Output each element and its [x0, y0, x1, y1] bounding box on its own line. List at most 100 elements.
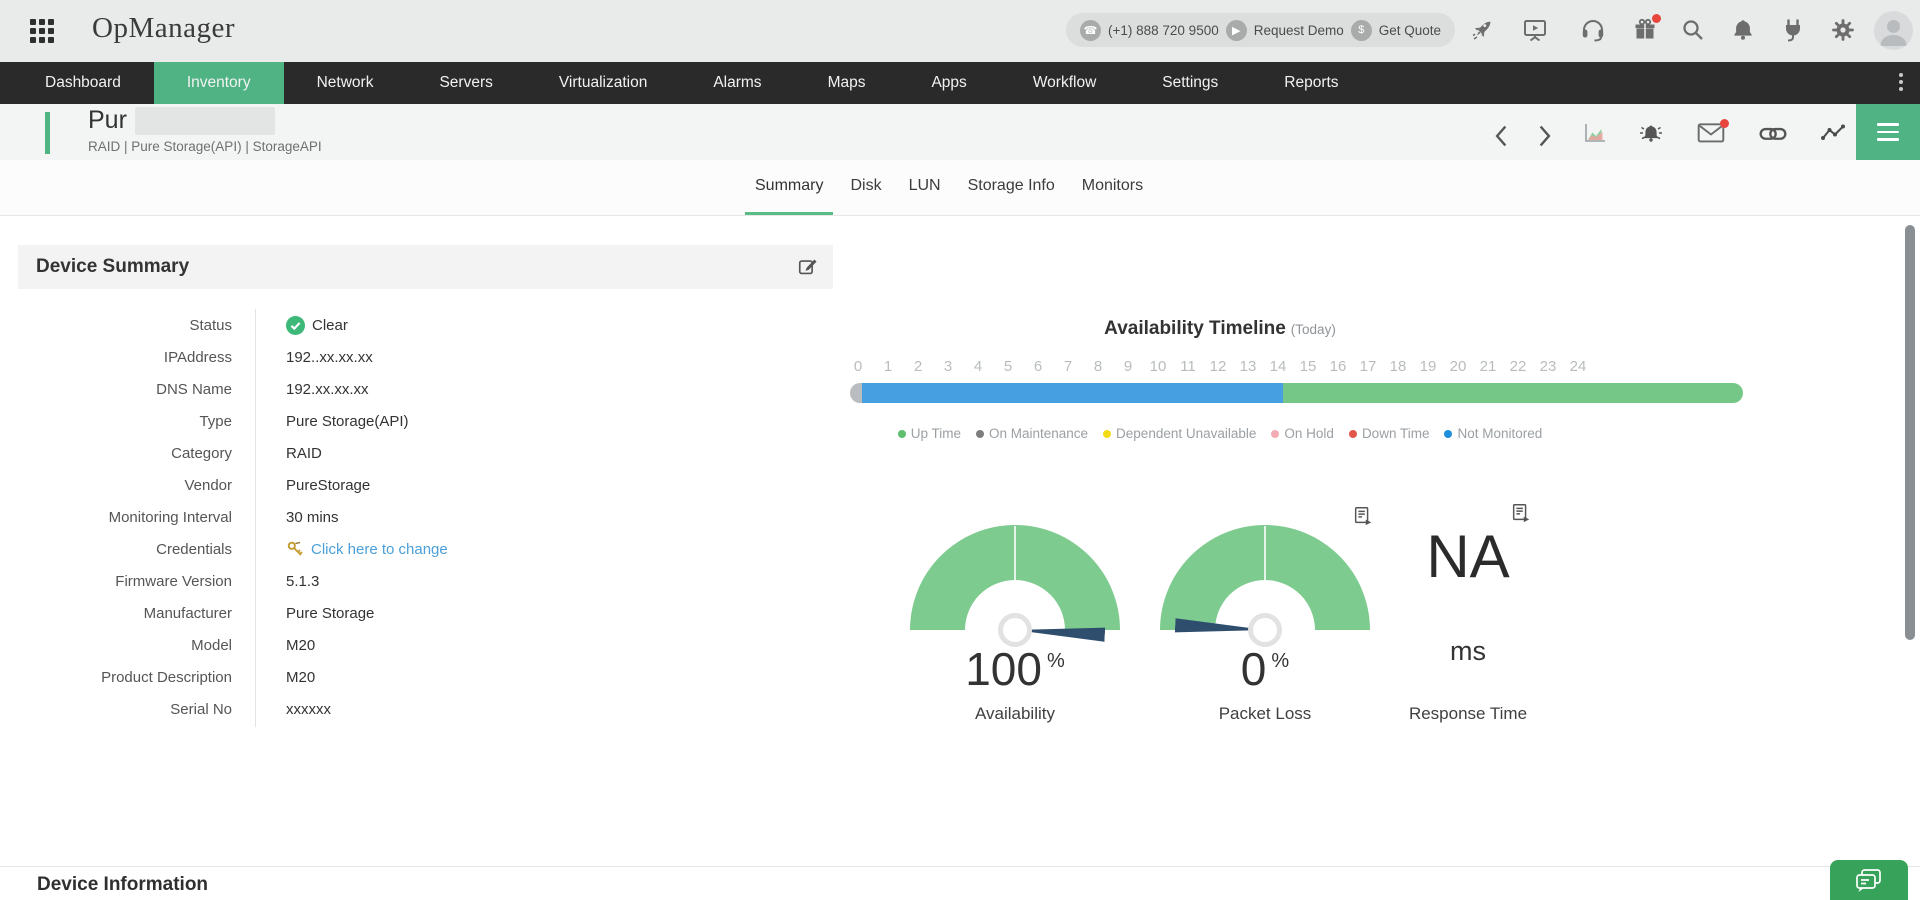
field-value-text: 30 mins — [286, 509, 339, 526]
device-summary-fields: Status Clear IPAddress 192..xx.xx.xx DNS… — [18, 309, 818, 725]
hour-tick-label: 19 — [1413, 358, 1443, 375]
sparkline-monitor-icon[interactable] — [1820, 120, 1846, 146]
training-presentation-icon[interactable] — [1522, 17, 1548, 43]
field-label: DNS Name — [18, 381, 232, 398]
nav-item[interactable]: Apps — [898, 62, 999, 104]
field-value: Pure Storage — [232, 605, 818, 622]
availability-value: 100% — [915, 642, 1115, 696]
device-summary-header: Device Summary — [18, 245, 833, 289]
response-time-value: NA — [1368, 522, 1568, 591]
nav-item[interactable]: Alarms — [680, 62, 794, 104]
nav-item[interactable]: Network — [284, 62, 407, 104]
legend-dot — [976, 430, 984, 438]
legend-item: On Maintenance — [976, 426, 1088, 441]
field-value: Clear — [232, 316, 818, 335]
device-tab[interactable]: Storage Info — [958, 160, 1065, 215]
nav-item[interactable]: Maps — [795, 62, 899, 104]
user-avatar[interactable] — [1874, 11, 1913, 50]
getting-started-rocket-icon[interactable] — [1470, 17, 1496, 43]
field-value-text: 192..xx.xx.xx — [286, 349, 373, 366]
nav-overflow-icon[interactable] — [1896, 70, 1906, 94]
legend-dot — [1444, 430, 1452, 438]
previous-device-button[interactable] — [1490, 123, 1516, 149]
field-value-text: Clear — [312, 317, 348, 334]
field-column-divider — [255, 309, 256, 727]
hour-tick-label: 21 — [1473, 358, 1503, 375]
device-tab[interactable]: Disk — [840, 160, 891, 215]
hour-tick-label: 18 — [1383, 358, 1413, 375]
request-demo-link[interactable]: Request Demo — [1254, 23, 1344, 38]
device-menu-button[interactable] — [1856, 104, 1920, 160]
settings-gear-icon[interactable] — [1830, 17, 1856, 43]
device-tab[interactable]: Monitors — [1072, 160, 1153, 215]
nav-item[interactable]: Reports — [1251, 62, 1371, 104]
device-tabs: Summary Disk LUN Storage Info Monitors — [0, 160, 1920, 216]
device-header: Pur RAID | Pure Storage(API) | StorageAP… — [0, 104, 1920, 161]
field-value-text: M20 — [286, 637, 315, 654]
edit-device-button[interactable] — [797, 256, 819, 278]
quote-dollar-icon: $ — [1351, 20, 1372, 41]
hour-tick-label: 11 — [1173, 358, 1203, 375]
hour-tick-label: 5 — [993, 358, 1023, 375]
hour-tick-label: 1 — [873, 358, 903, 375]
search-icon[interactable] — [1680, 17, 1706, 43]
nav-item[interactable]: Settings — [1129, 62, 1251, 104]
integrations-plug-icon[interactable] — [1780, 17, 1806, 43]
get-quote-link[interactable]: Get Quote — [1379, 23, 1441, 38]
field-value: 192.xx.xx.xx — [232, 381, 818, 398]
summary-field-row: Type Pure Storage(API) — [18, 405, 818, 437]
field-value-text: PureStorage — [286, 477, 370, 494]
summary-field-row: Status Clear — [18, 309, 818, 341]
live-chat-button[interactable] — [1830, 860, 1908, 900]
nav-item[interactable]: Inventory — [154, 62, 284, 104]
device-tab-list: Summary Disk LUN Storage Info Monitors — [745, 160, 1153, 215]
nav-item[interactable]: Virtualization — [526, 62, 680, 104]
field-value-text: RAID — [286, 445, 322, 462]
response-time-report-icon[interactable] — [1510, 502, 1532, 524]
legend-dot — [1349, 430, 1357, 438]
redacted-device-name — [135, 107, 275, 135]
field-value-text: Pure Storage(API) — [286, 413, 409, 430]
field-label: Category — [18, 445, 232, 462]
device-tab[interactable]: Summary — [745, 160, 833, 215]
timeline-hour-scale: 0123456789101112131415161718192021222324 — [843, 358, 1593, 375]
field-label: Status — [18, 317, 232, 334]
app-launcher-icon[interactable] — [30, 19, 55, 44]
nav-item[interactable]: Dashboard — [12, 62, 154, 104]
summary-field-row: Firmware Version 5.1.3 — [18, 565, 818, 597]
vertical-scrollbar[interactable] — [1905, 225, 1915, 640]
alarm-bell-icon[interactable] — [1638, 120, 1664, 146]
legend-item: Up Time — [898, 426, 961, 441]
performance-chart-icon[interactable] — [1582, 120, 1608, 146]
status-ok-icon — [286, 316, 305, 335]
field-label: Serial No — [18, 701, 232, 718]
device-information-title: Device Information — [37, 874, 208, 896]
legend-item: Not Monitored — [1444, 426, 1542, 441]
device-tab[interactable]: LUN — [899, 160, 951, 215]
notifications-bell-icon[interactable] — [1730, 17, 1756, 43]
field-value: RAID — [232, 445, 818, 462]
field-value: Click here to change — [232, 540, 818, 558]
hour-tick-label: 6 — [1023, 358, 1053, 375]
main-nav-list: Dashboard Inventory Network Servers Virt… — [0, 62, 1920, 104]
phone-number[interactable]: (+1) 888 720 9500 — [1108, 23, 1219, 38]
field-label: IPAddress — [18, 349, 232, 366]
next-device-button[interactable] — [1530, 123, 1556, 149]
device-accent-bar — [45, 112, 50, 154]
hour-tick-label: 7 — [1053, 358, 1083, 375]
timeline-segment — [850, 383, 862, 403]
dependencies-link-icon[interactable] — [1758, 120, 1788, 146]
field-label: Type — [18, 413, 232, 430]
nav-item[interactable]: Workflow — [1000, 62, 1129, 104]
summary-field-row: Credentials Click here to change — [18, 533, 818, 565]
summary-field-row: Manufacturer Pure Storage — [18, 597, 818, 629]
device-title: Pur — [88, 106, 275, 135]
field-value: 30 mins — [232, 509, 818, 526]
credentials-key-icon — [286, 540, 304, 558]
summary-field-row: Model M20 — [18, 629, 818, 661]
availability-timeline-bar[interactable] — [850, 383, 1743, 403]
demo-video-icon: ▶ — [1226, 20, 1247, 41]
support-headset-icon[interactable] — [1580, 17, 1606, 43]
field-label: Credentials — [18, 541, 232, 558]
nav-item[interactable]: Servers — [406, 62, 525, 104]
